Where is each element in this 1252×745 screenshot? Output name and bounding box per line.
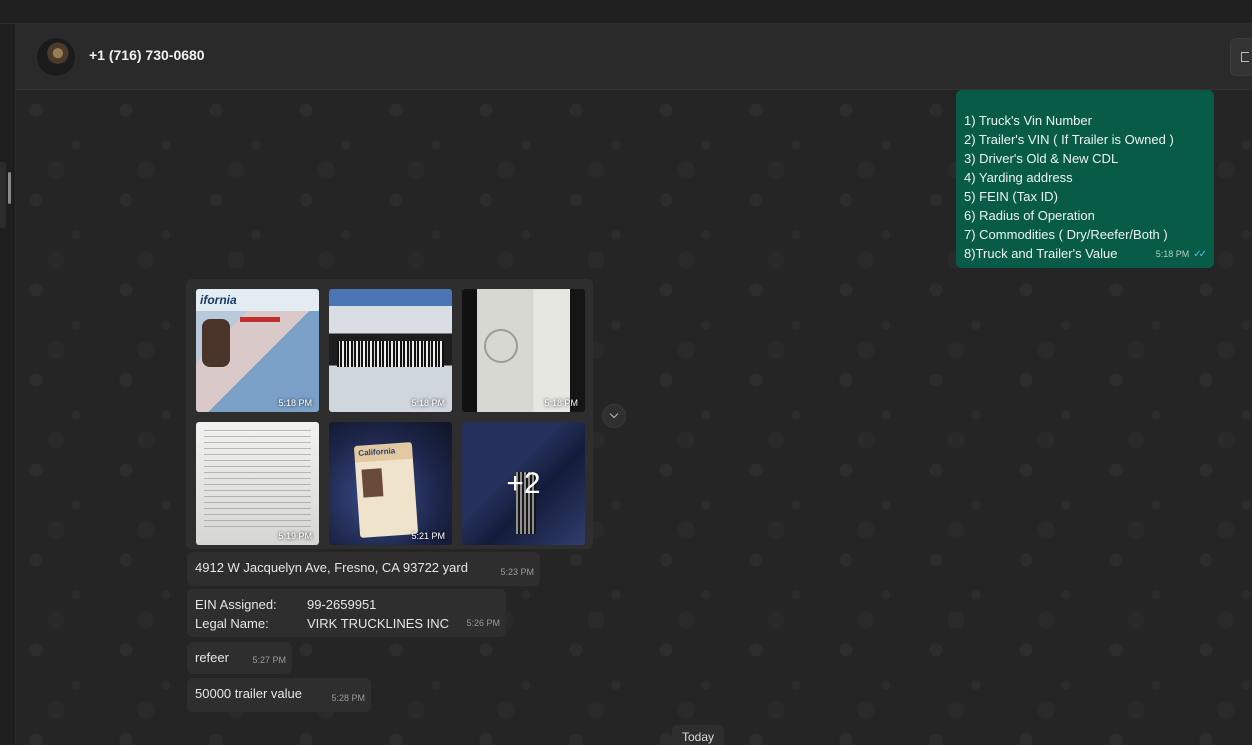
document-seal bbox=[484, 329, 518, 363]
photo-thumbnail-more[interactable]: +2 bbox=[462, 422, 585, 545]
message-text: refeer bbox=[195, 650, 229, 665]
message-text: 50000 trailer value bbox=[195, 686, 302, 701]
message-time: 5:27 PM bbox=[252, 655, 286, 665]
incoming-message[interactable]: refeer 5:27 PM bbox=[187, 642, 292, 674]
scroll-down-button[interactable] bbox=[602, 404, 626, 428]
incoming-message[interactable]: EIN Assigned: 99-2659951 Legal Name: VIR… bbox=[187, 589, 506, 637]
photo-album[interactable]: ifornia 5:18 PM 5:18 PM 5:18 PM 5:19 PM … bbox=[186, 279, 593, 549]
read-double-check-icon: ✓✓ bbox=[1193, 249, 1207, 260]
message-time: 5:23 PM bbox=[500, 567, 534, 577]
window-titlebar bbox=[0, 0, 1252, 24]
ein-value: 99-2659951 bbox=[307, 597, 377, 612]
legal-name-label: Legal Name: bbox=[195, 616, 269, 631]
message-line: 1) Truck's Vin Number bbox=[964, 113, 1092, 128]
ein-row: EIN Assigned: 99-2659951 bbox=[195, 595, 498, 614]
panel-icon bbox=[1241, 52, 1249, 62]
legal-name-row: Legal Name: VIRK TRUCKLINES INC bbox=[195, 614, 498, 633]
photo-thumbnail[interactable]: 5:18 PM bbox=[462, 289, 585, 412]
incoming-message[interactable]: 4912 W Jacquelyn Ave, Fresno, CA 93722 y… bbox=[187, 552, 540, 586]
license-card: California bbox=[353, 442, 419, 538]
message-line: 4) Yarding address bbox=[964, 170, 1073, 185]
photo-thumbnail[interactable]: ifornia 5:18 PM bbox=[196, 289, 319, 412]
header-action-button[interactable] bbox=[1230, 38, 1252, 76]
message-line: 5) FEIN (Tax ID) bbox=[964, 189, 1058, 204]
photo-time: 5:21 PM bbox=[411, 531, 445, 541]
contact-avatar[interactable] bbox=[37, 38, 75, 76]
chevron-down-icon bbox=[609, 409, 619, 419]
license-photo bbox=[361, 468, 384, 498]
document-lines bbox=[204, 430, 311, 530]
photo-time: 5:19 PM bbox=[278, 531, 312, 541]
message-line: 6) Radius of Operation bbox=[964, 208, 1095, 223]
barcode-graphic bbox=[337, 341, 444, 367]
message-line: 2) Trailer's VIN ( If Trailer is Owned ) bbox=[964, 132, 1174, 147]
legal-name-value: VIRK TRUCKLINES INC bbox=[307, 616, 450, 631]
photo-time: 5:18 PM bbox=[544, 398, 578, 408]
photo-time: 5:18 PM bbox=[411, 398, 445, 408]
license-state-label: California bbox=[358, 446, 396, 458]
photo-thumbnail[interactable]: 5:19 PM bbox=[196, 422, 319, 545]
message-time: 5:28 PM bbox=[331, 693, 365, 703]
message-line: 3) Driver's Old & New CDL bbox=[964, 151, 1119, 166]
incoming-message[interactable]: 50000 trailer value 5:28 PM bbox=[187, 678, 371, 712]
contact-name[interactable]: +1 (716) 730-0680 bbox=[89, 47, 205, 63]
photo-thumbnail[interactable]: 5:18 PM bbox=[329, 289, 452, 412]
date-separator: Today bbox=[672, 725, 724, 745]
message-time: 5:18 PM bbox=[1155, 249, 1190, 259]
license-number-bar bbox=[240, 317, 280, 322]
chat-header[interactable]: +1 (716) 730-0680 bbox=[16, 24, 1252, 90]
photo-time: 5:18 PM bbox=[278, 398, 312, 408]
more-photos-count[interactable]: +2 bbox=[462, 422, 585, 545]
ein-label: EIN Assigned: bbox=[195, 597, 277, 612]
photo-thumbnail[interactable]: California 5:21 PM bbox=[329, 422, 452, 545]
license-photo bbox=[202, 319, 230, 367]
left-sidebar-rail bbox=[0, 24, 16, 745]
license-state-label: ifornia bbox=[200, 293, 237, 307]
message-list[interactable]: 1) Truck's Vin Number 2) Trailer's VIN (… bbox=[16, 90, 1252, 745]
sidebar-resize-handle[interactable] bbox=[0, 162, 6, 228]
message-line: 7) Commodities ( Dry/Reefer/Both ) bbox=[964, 227, 1168, 242]
message-text: 4912 W Jacquelyn Ave, Fresno, CA 93722 y… bbox=[195, 560, 468, 575]
message-time: 5:26 PM bbox=[466, 618, 500, 628]
message-meta: 5:18 PM ✓✓ bbox=[1155, 245, 1207, 264]
active-chat-indicator bbox=[8, 172, 11, 204]
license-header: ifornia bbox=[196, 289, 319, 311]
outgoing-message[interactable]: 1) Truck's Vin Number 2) Trailer's VIN (… bbox=[956, 90, 1214, 268]
